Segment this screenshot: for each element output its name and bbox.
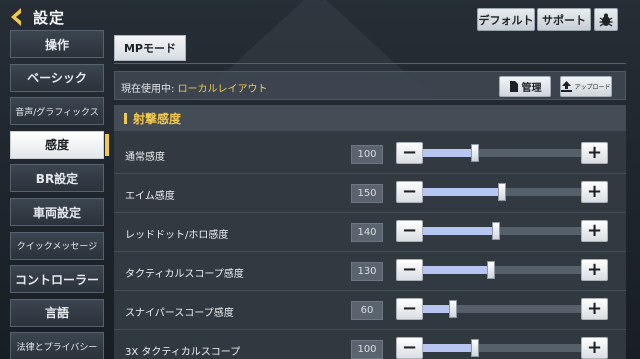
section-title: 射撃感度 (133, 112, 182, 126)
setting-row: レッドドット/ホロ感度 140− + (114, 214, 626, 252)
slider-fill (423, 227, 496, 235)
upload-button[interactable]: アップロード (560, 76, 612, 97)
slider-handle[interactable] (471, 144, 480, 162)
increase-button[interactable]: + (581, 220, 608, 242)
sensitivity-slider[interactable] (423, 183, 581, 201)
sidebar-item[interactable]: 感度 (10, 130, 109, 159)
slider-handle[interactable] (471, 339, 480, 357)
sidebar-item[interactable]: 車両設定 (10, 198, 104, 226)
setting-value: 150 (351, 184, 383, 203)
manage-button[interactable]: 管理 (499, 76, 551, 97)
setting-row: エイム感度 150− + (114, 175, 626, 213)
slider-handle[interactable] (449, 300, 458, 318)
slider-handle[interactable] (486, 261, 495, 279)
sidebar-item[interactable]: 法律とプライバシー (10, 332, 104, 359)
slider-fill (423, 149, 476, 157)
tab-divider (114, 63, 626, 64)
sidebar-item[interactable]: 操作 (10, 30, 104, 58)
setting-value: 140 (351, 223, 383, 242)
slider-handle[interactable] (498, 183, 506, 201)
setting-row: 通常感度 100− + (114, 136, 626, 174)
upload-icon (561, 81, 573, 92)
setting-label: 3X タクティカルスコープ (125, 347, 241, 358)
back-arrow-icon (11, 8, 21, 26)
setting-row: タクティカルスコープ感度 130− + (114, 253, 626, 291)
decrease-button[interactable]: − (396, 220, 423, 242)
sensitivity-slider[interactable] (423, 261, 581, 279)
sidebar-item[interactable]: クイックメッセージ (10, 231, 104, 260)
page-title: 設定 (33, 9, 66, 27)
sidebar-item[interactable]: 音声/グラフィックス (10, 97, 104, 126)
setting-value: 130 (351, 262, 383, 281)
setting-value: 60 (351, 301, 383, 320)
current-layout-name: ローカルレイアウト (177, 84, 268, 95)
default-button[interactable]: デフォルト (477, 8, 535, 31)
bug-report-button[interactable] (594, 8, 618, 31)
current-layout-prefix: 現在使用中: (121, 84, 178, 95)
slider-fill (423, 188, 502, 196)
slider-handle[interactable] (491, 222, 500, 240)
increase-button[interactable]: + (581, 298, 608, 320)
sidebar-item[interactable]: ベーシック (10, 63, 104, 92)
slider-fill (423, 266, 491, 274)
sidebar-item[interactable]: BR設定 (10, 164, 104, 193)
sensitivity-slider[interactable] (423, 339, 581, 357)
manage-label: 管理 (521, 83, 542, 94)
setting-label: エイム感度 (125, 191, 175, 202)
sensitivity-slider[interactable] (423, 222, 581, 240)
upload-label: アップロード (574, 84, 611, 91)
current-layout-label: 現在使用中: ローカルレイアウト (121, 80, 268, 95)
decrease-button[interactable]: − (396, 181, 423, 203)
sidebar-item[interactable]: 言語 (10, 298, 104, 327)
decrease-button[interactable]: − (396, 298, 423, 320)
sidebar-item[interactable]: コントローラー (10, 265, 104, 294)
slider-fill (423, 344, 476, 352)
support-button[interactable]: サポート (537, 8, 591, 31)
setting-label: 通常感度 (125, 152, 165, 163)
increase-button[interactable]: + (581, 142, 608, 164)
decrease-button[interactable]: − (396, 259, 423, 281)
sensitivity-panel: 射撃感度 通常感度 100− + エイム感度 150− + レッドドット/ホロ感度 140− +… (114, 105, 626, 359)
setting-value: 100 (351, 340, 383, 359)
setting-row: スナイパースコープ感度 60− + (114, 292, 626, 330)
section-header: 射撃感度 (114, 105, 626, 131)
setting-row: 3X タクティカルスコープ 100− + (114, 331, 626, 359)
setting-label: タクティカルスコープ感度 (125, 269, 244, 280)
increase-button[interactable]: + (581, 181, 608, 203)
layout-bar: 現在使用中: ローカルレイアウト 管理 アップロード (114, 71, 626, 100)
document-icon (509, 81, 518, 92)
increase-button[interactable]: + (581, 337, 608, 359)
decrease-button[interactable]: − (396, 337, 423, 359)
setting-value: 100 (351, 145, 383, 164)
setting-label: スナイパースコープ感度 (125, 308, 234, 319)
decrease-button[interactable]: − (396, 142, 423, 164)
tab-mp-mode[interactable]: MPモード (114, 35, 186, 61)
sensitivity-slider[interactable] (423, 300, 581, 318)
sensitivity-slider[interactable] (423, 144, 581, 162)
section-accent-bar (124, 113, 127, 124)
setting-label: レッドドット/ホロ感度 (125, 230, 229, 241)
back-button[interactable] (7, 6, 29, 28)
increase-button[interactable]: + (581, 259, 608, 281)
bug-icon (599, 13, 613, 27)
